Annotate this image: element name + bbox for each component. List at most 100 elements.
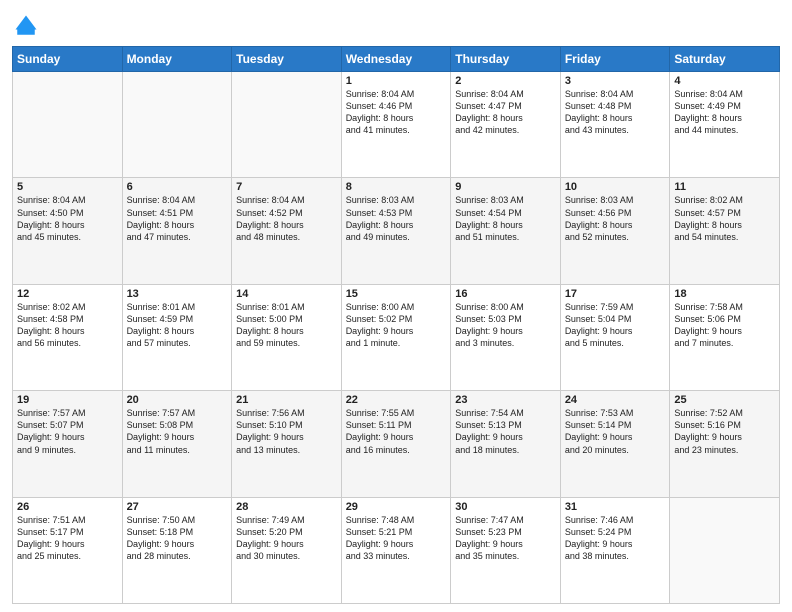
day-info: Sunrise: 7:53 AM Sunset: 5:14 PM Dayligh…	[565, 407, 666, 456]
calendar-header: SundayMondayTuesdayWednesdayThursdayFrid…	[13, 47, 780, 72]
calendar-cell	[13, 72, 123, 178]
day-number: 22	[346, 394, 447, 406]
day-info: Sunrise: 8:04 AM Sunset: 4:49 PM Dayligh…	[674, 88, 775, 137]
calendar-cell: 18Sunrise: 7:58 AM Sunset: 5:06 PM Dayli…	[670, 284, 780, 390]
calendar-week-row: 12Sunrise: 8:02 AM Sunset: 4:58 PM Dayli…	[13, 284, 780, 390]
day-number: 4	[674, 75, 775, 87]
day-info: Sunrise: 8:02 AM Sunset: 4:58 PM Dayligh…	[17, 301, 118, 350]
calendar-cell: 7Sunrise: 8:04 AM Sunset: 4:52 PM Daylig…	[232, 178, 342, 284]
day-number: 24	[565, 394, 666, 406]
weekday-header: Tuesday	[232, 47, 342, 72]
day-info: Sunrise: 7:50 AM Sunset: 5:18 PM Dayligh…	[127, 514, 228, 563]
day-number: 9	[455, 181, 556, 193]
day-info: Sunrise: 8:04 AM Sunset: 4:48 PM Dayligh…	[565, 88, 666, 137]
day-number: 20	[127, 394, 228, 406]
calendar-week-row: 26Sunrise: 7:51 AM Sunset: 5:17 PM Dayli…	[13, 497, 780, 603]
calendar-week-row: 19Sunrise: 7:57 AM Sunset: 5:07 PM Dayli…	[13, 391, 780, 497]
day-info: Sunrise: 7:58 AM Sunset: 5:06 PM Dayligh…	[674, 301, 775, 350]
day-info: Sunrise: 7:46 AM Sunset: 5:24 PM Dayligh…	[565, 514, 666, 563]
calendar-cell: 6Sunrise: 8:04 AM Sunset: 4:51 PM Daylig…	[122, 178, 232, 284]
day-info: Sunrise: 8:03 AM Sunset: 4:56 PM Dayligh…	[565, 194, 666, 243]
day-number: 1	[346, 75, 447, 87]
calendar-cell: 8Sunrise: 8:03 AM Sunset: 4:53 PM Daylig…	[341, 178, 451, 284]
calendar-cell: 31Sunrise: 7:46 AM Sunset: 5:24 PM Dayli…	[560, 497, 670, 603]
day-number: 23	[455, 394, 556, 406]
calendar-cell: 5Sunrise: 8:04 AM Sunset: 4:50 PM Daylig…	[13, 178, 123, 284]
calendar-cell: 20Sunrise: 7:57 AM Sunset: 5:08 PM Dayli…	[122, 391, 232, 497]
calendar-week-row: 5Sunrise: 8:04 AM Sunset: 4:50 PM Daylig…	[13, 178, 780, 284]
calendar-cell	[670, 497, 780, 603]
day-info: Sunrise: 8:04 AM Sunset: 4:47 PM Dayligh…	[455, 88, 556, 137]
day-info: Sunrise: 8:00 AM Sunset: 5:03 PM Dayligh…	[455, 301, 556, 350]
day-number: 16	[455, 288, 556, 300]
day-info: Sunrise: 8:03 AM Sunset: 4:53 PM Dayligh…	[346, 194, 447, 243]
weekday-row: SundayMondayTuesdayWednesdayThursdayFrid…	[13, 47, 780, 72]
page: SundayMondayTuesdayWednesdayThursdayFrid…	[0, 0, 792, 612]
day-number: 21	[236, 394, 337, 406]
day-number: 26	[17, 501, 118, 513]
day-number: 7	[236, 181, 337, 193]
day-info: Sunrise: 7:56 AM Sunset: 5:10 PM Dayligh…	[236, 407, 337, 456]
logo	[12, 12, 42, 40]
calendar-cell: 4Sunrise: 8:04 AM Sunset: 4:49 PM Daylig…	[670, 72, 780, 178]
day-info: Sunrise: 8:04 AM Sunset: 4:50 PM Dayligh…	[17, 194, 118, 243]
day-number: 5	[17, 181, 118, 193]
day-info: Sunrise: 7:57 AM Sunset: 5:08 PM Dayligh…	[127, 407, 228, 456]
calendar-table: SundayMondayTuesdayWednesdayThursdayFrid…	[12, 46, 780, 604]
calendar-cell: 14Sunrise: 8:01 AM Sunset: 5:00 PM Dayli…	[232, 284, 342, 390]
day-number: 3	[565, 75, 666, 87]
day-info: Sunrise: 8:04 AM Sunset: 4:46 PM Dayligh…	[346, 88, 447, 137]
calendar-cell: 29Sunrise: 7:48 AM Sunset: 5:21 PM Dayli…	[341, 497, 451, 603]
day-number: 19	[17, 394, 118, 406]
day-number: 18	[674, 288, 775, 300]
day-number: 15	[346, 288, 447, 300]
day-info: Sunrise: 7:57 AM Sunset: 5:07 PM Dayligh…	[17, 407, 118, 456]
calendar-cell: 27Sunrise: 7:50 AM Sunset: 5:18 PM Dayli…	[122, 497, 232, 603]
calendar-cell: 16Sunrise: 8:00 AM Sunset: 5:03 PM Dayli…	[451, 284, 561, 390]
day-info: Sunrise: 8:04 AM Sunset: 4:51 PM Dayligh…	[127, 194, 228, 243]
calendar-cell: 30Sunrise: 7:47 AM Sunset: 5:23 PM Dayli…	[451, 497, 561, 603]
calendar-cell: 24Sunrise: 7:53 AM Sunset: 5:14 PM Dayli…	[560, 391, 670, 497]
day-number: 30	[455, 501, 556, 513]
day-info: Sunrise: 8:01 AM Sunset: 5:00 PM Dayligh…	[236, 301, 337, 350]
calendar-cell: 15Sunrise: 8:00 AM Sunset: 5:02 PM Dayli…	[341, 284, 451, 390]
day-number: 11	[674, 181, 775, 193]
weekday-header: Friday	[560, 47, 670, 72]
day-info: Sunrise: 8:00 AM Sunset: 5:02 PM Dayligh…	[346, 301, 447, 350]
calendar-week-row: 1Sunrise: 8:04 AM Sunset: 4:46 PM Daylig…	[13, 72, 780, 178]
logo-icon	[12, 12, 40, 40]
weekday-header: Wednesday	[341, 47, 451, 72]
calendar-cell: 13Sunrise: 8:01 AM Sunset: 4:59 PM Dayli…	[122, 284, 232, 390]
calendar-cell: 26Sunrise: 7:51 AM Sunset: 5:17 PM Dayli…	[13, 497, 123, 603]
weekday-header: Sunday	[13, 47, 123, 72]
day-info: Sunrise: 8:03 AM Sunset: 4:54 PM Dayligh…	[455, 194, 556, 243]
weekday-header: Saturday	[670, 47, 780, 72]
day-number: 17	[565, 288, 666, 300]
weekday-header: Monday	[122, 47, 232, 72]
day-info: Sunrise: 7:55 AM Sunset: 5:11 PM Dayligh…	[346, 407, 447, 456]
day-number: 8	[346, 181, 447, 193]
calendar-cell: 19Sunrise: 7:57 AM Sunset: 5:07 PM Dayli…	[13, 391, 123, 497]
calendar-cell: 2Sunrise: 8:04 AM Sunset: 4:47 PM Daylig…	[451, 72, 561, 178]
day-info: Sunrise: 7:59 AM Sunset: 5:04 PM Dayligh…	[565, 301, 666, 350]
day-info: Sunrise: 7:54 AM Sunset: 5:13 PM Dayligh…	[455, 407, 556, 456]
calendar-cell: 28Sunrise: 7:49 AM Sunset: 5:20 PM Dayli…	[232, 497, 342, 603]
day-number: 12	[17, 288, 118, 300]
calendar-cell: 11Sunrise: 8:02 AM Sunset: 4:57 PM Dayli…	[670, 178, 780, 284]
day-number: 27	[127, 501, 228, 513]
day-info: Sunrise: 7:49 AM Sunset: 5:20 PM Dayligh…	[236, 514, 337, 563]
day-info: Sunrise: 8:04 AM Sunset: 4:52 PM Dayligh…	[236, 194, 337, 243]
calendar-cell	[232, 72, 342, 178]
day-info: Sunrise: 7:47 AM Sunset: 5:23 PM Dayligh…	[455, 514, 556, 563]
day-info: Sunrise: 8:02 AM Sunset: 4:57 PM Dayligh…	[674, 194, 775, 243]
day-info: Sunrise: 7:52 AM Sunset: 5:16 PM Dayligh…	[674, 407, 775, 456]
day-number: 28	[236, 501, 337, 513]
day-info: Sunrise: 7:48 AM Sunset: 5:21 PM Dayligh…	[346, 514, 447, 563]
day-number: 31	[565, 501, 666, 513]
calendar-cell: 1Sunrise: 8:04 AM Sunset: 4:46 PM Daylig…	[341, 72, 451, 178]
calendar-cell	[122, 72, 232, 178]
day-info: Sunrise: 7:51 AM Sunset: 5:17 PM Dayligh…	[17, 514, 118, 563]
day-number: 6	[127, 181, 228, 193]
calendar-cell: 17Sunrise: 7:59 AM Sunset: 5:04 PM Dayli…	[560, 284, 670, 390]
header	[12, 10, 780, 40]
